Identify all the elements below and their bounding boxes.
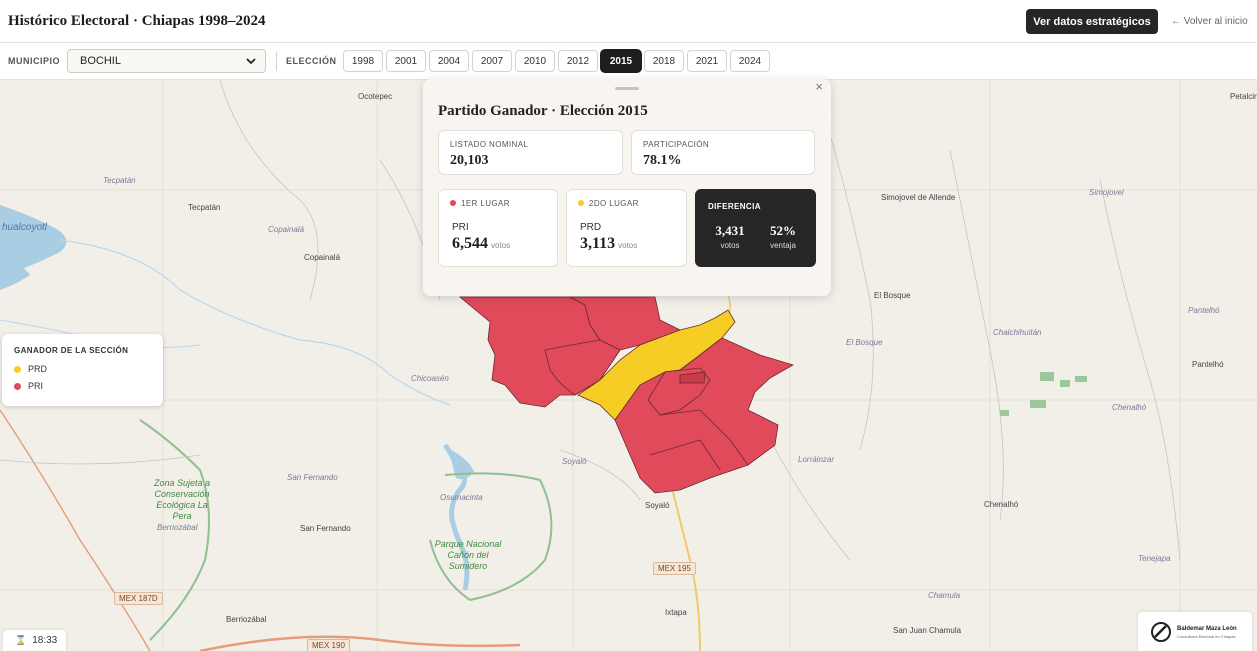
municipality-label: Simojovel bbox=[1089, 188, 1124, 197]
hourglass-icon: ⌛ bbox=[15, 635, 27, 645]
brand-subtitle: Consultoría Electoral en Chiapas bbox=[1177, 634, 1236, 639]
municipio-label: MUNICIPIO bbox=[8, 56, 61, 66]
municipality-label: El Bosque bbox=[846, 338, 883, 347]
second-place-card: 2DO LUGAR PRD 3,113 votos bbox=[566, 189, 687, 267]
election-sections bbox=[458, 296, 795, 494]
municipality-label: Copainalá bbox=[268, 225, 305, 234]
brand-badge[interactable]: Baldemar Maza León Consultoría Electoral… bbox=[1138, 612, 1252, 651]
second-place-party: PRD bbox=[580, 222, 602, 233]
difference-percent: 52% bbox=[770, 223, 796, 238]
place-label: Ocotepec bbox=[358, 92, 393, 101]
municipality-label: Soyaló bbox=[562, 457, 587, 466]
year-selector: 1998 2001 2004 2007 2010 2012 2015 2018 … bbox=[343, 50, 770, 72]
first-place-card: 1ER LUGAR PRI 6,544 votos bbox=[438, 189, 558, 267]
place-label: Petalcingo bbox=[1230, 92, 1257, 101]
app-header: Histórico Electoral · Chiapas 1998–2024 … bbox=[0, 0, 1257, 43]
municipality-label: Pantelhó bbox=[1188, 306, 1220, 315]
place-label: Pantelhó bbox=[1192, 360, 1224, 369]
app-title: Histórico Electoral · Chiapas 1998–2024 bbox=[8, 13, 266, 29]
listado-nominal-label: LISTADO NOMINAL bbox=[450, 140, 529, 149]
legend-title: GANADOR DE LA SECCIÓN bbox=[14, 346, 129, 355]
year-button-2004[interactable]: 2004 bbox=[429, 50, 469, 72]
protected-area-label: Zona Sujeta a Conservación Ecológica La … bbox=[153, 478, 211, 521]
municipality-label: Chalchihuitán bbox=[993, 328, 1042, 337]
participacion-value: 78.1% bbox=[643, 153, 682, 168]
strategic-data-button[interactable]: Ver datos estratégicos bbox=[1026, 9, 1158, 34]
municipality-label: Tenejapa bbox=[1138, 554, 1171, 563]
year-button-2012[interactable]: 2012 bbox=[558, 50, 598, 72]
pri-color-dot bbox=[450, 200, 456, 206]
participacion-card: PARTICIPACIÓN 78.1% bbox=[631, 130, 815, 175]
place-label: San Fernando bbox=[300, 524, 351, 533]
place-label: Berriozábal bbox=[226, 615, 267, 624]
listado-nominal-value: 20,103 bbox=[450, 153, 489, 168]
place-label: Soyaló bbox=[645, 501, 670, 510]
year-button-2018[interactable]: 2018 bbox=[644, 50, 684, 72]
place-label: Ixtapa bbox=[665, 608, 687, 617]
place-label: San Juan Chamula bbox=[893, 626, 962, 635]
municipality-label: Chamula bbox=[928, 591, 961, 600]
prd-color-dot bbox=[578, 200, 584, 206]
municipality-label: Osumacinta bbox=[440, 493, 483, 502]
place-label: Simojovel de Allende bbox=[881, 193, 956, 202]
municipality-label: Tecpatán bbox=[103, 176, 136, 185]
year-button-2001[interactable]: 2001 bbox=[386, 50, 426, 72]
municipality-label: Chicoasén bbox=[411, 374, 449, 383]
chevron-down-icon bbox=[246, 58, 256, 65]
legend-item-pri: PRI bbox=[14, 381, 43, 391]
municipio-select[interactable]: BOCHIL bbox=[67, 49, 266, 73]
panel-title: Partido Ganador · Elección 2015 bbox=[438, 103, 648, 119]
prd-color-dot bbox=[14, 365, 21, 373]
map-legend: GANADOR DE LA SECCIÓN PRD PRI bbox=[2, 334, 163, 406]
eleccion-label: ELECCIÓN bbox=[286, 56, 337, 66]
listado-nominal-card: LISTADO NOMINAL 20,103 bbox=[438, 130, 623, 175]
road-shield: MEX 187D bbox=[114, 592, 163, 605]
year-button-1998[interactable]: 1998 bbox=[343, 50, 383, 72]
first-place-votes: 6,544 votos bbox=[452, 235, 511, 252]
water-label: hualcoyotl bbox=[2, 222, 48, 233]
first-place-label: 1ER LUGAR bbox=[450, 199, 510, 208]
second-place-label: 2DO LUGAR bbox=[578, 199, 639, 208]
difference-percent-unit: ventaja bbox=[770, 241, 796, 250]
difference-label: DIFERENCIA bbox=[708, 202, 761, 211]
year-button-2010[interactable]: 2010 bbox=[515, 50, 555, 72]
second-place-votes: 3,113 votos bbox=[580, 235, 638, 252]
place-label: Copainalá bbox=[304, 253, 341, 262]
pri-color-dot bbox=[14, 382, 21, 390]
place-label: El Bosque bbox=[874, 291, 911, 300]
place-label: Tecpatán bbox=[188, 203, 221, 212]
close-icon[interactable]: × bbox=[815, 79, 823, 94]
municipality-label: Berriozábal bbox=[157, 523, 198, 532]
session-timer: ⌛ 18:33 bbox=[3, 630, 66, 651]
year-button-2021[interactable]: 2021 bbox=[687, 50, 727, 72]
participacion-label: PARTICIPACIÓN bbox=[643, 140, 710, 149]
difference-votes: 3,431 bbox=[715, 223, 745, 238]
timer-value: 18:33 bbox=[32, 635, 58, 646]
back-to-home-link[interactable]: ← Volver al inicio bbox=[1171, 16, 1248, 27]
filter-toolbar: MUNICIPIO BOCHIL ELECCIÓN 1998 2001 2004… bbox=[0, 43, 1257, 80]
road-shield: MEX 195 bbox=[653, 562, 696, 575]
brand-logo-icon bbox=[1151, 622, 1171, 642]
municipality-label: Chenalhó bbox=[1112, 403, 1147, 412]
first-place-party: PRI bbox=[452, 222, 469, 233]
toolbar-divider bbox=[276, 52, 277, 71]
place-label: Chenalhó bbox=[984, 500, 1019, 509]
difference-votes-unit: votos bbox=[720, 241, 740, 250]
municipality-label: San Fernando bbox=[287, 473, 338, 482]
municipality-label: Lorráinzar bbox=[798, 455, 835, 464]
protected-area-label: Parque Nacional Cañón del Sumidero bbox=[434, 539, 502, 571]
year-button-2024[interactable]: 2024 bbox=[730, 50, 770, 72]
difference-card: DIFERENCIA 3,431 votos 52% ventaja bbox=[695, 189, 816, 267]
panel-drag-handle[interactable] bbox=[615, 87, 639, 90]
year-button-2007[interactable]: 2007 bbox=[472, 50, 512, 72]
section-info-panel: × Partido Ganador · Elección 2015 LISTAD… bbox=[423, 79, 831, 296]
year-button-2015[interactable]: 2015 bbox=[601, 50, 641, 72]
legend-item-prd: PRD bbox=[14, 364, 47, 374]
brand-name: Baldemar Maza León bbox=[1177, 626, 1237, 632]
municipio-selected-value: BOCHIL bbox=[80, 55, 121, 67]
road-shield: MEX 190 bbox=[307, 639, 350, 651]
